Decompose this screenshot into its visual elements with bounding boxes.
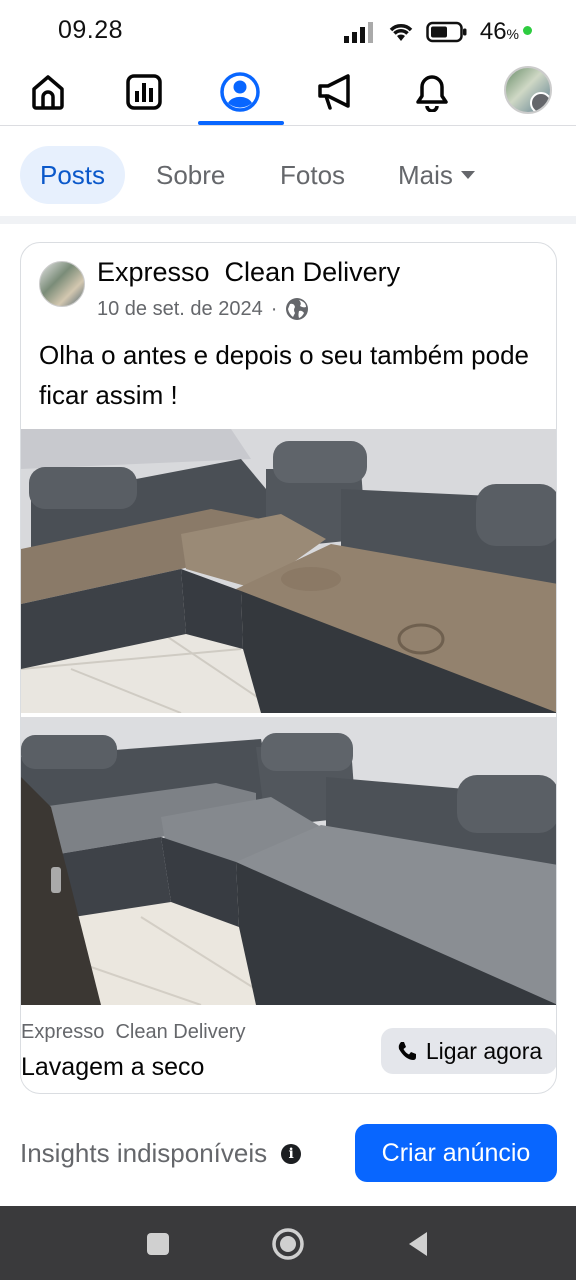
before-photo[interactable] [21,429,556,713]
insights-text: Insights indisponíveis [20,1138,268,1168]
home-tab[interactable] [24,68,72,116]
after-photo[interactable] [21,717,556,1005]
caret-down-icon [460,171,475,179]
system-navigation-bar [0,1206,576,1280]
dashboard-tab[interactable] [120,68,168,116]
home-icon [32,75,64,110]
call-now-label: Ligar agora [425,1037,543,1064]
recents-icon [147,1233,169,1255]
meta-separator: · [270,297,278,320]
bell-icon [416,75,448,112]
tab-photos[interactable]: Fotos [280,146,345,204]
clean-sofa-photo [21,717,556,1005]
menu-icon [530,92,550,112]
battery-level: 46% [479,18,519,45]
clock: 09.28 [58,16,124,44]
profile-icon [220,72,260,112]
active-tab-indicator [198,121,284,125]
top-navigation [0,62,576,126]
profile-tab[interactable] [216,68,264,116]
dashboard-icon [126,74,162,110]
wifi-icon [389,24,413,41]
profile-menu-thumbnail[interactable] [504,66,552,114]
tab-about[interactable]: Sobre [156,146,225,204]
profile-section-tabs: Posts Sobre Fotos Mais [0,126,576,224]
info-icon[interactable]: i [281,1143,302,1164]
post-text: Olha o antes e depois o seu também pode … [39,340,529,410]
signal-icon [343,22,373,43]
home-circle-icon [272,1228,304,1260]
stained-sofa-photo [21,429,556,713]
megaphone-icon [318,74,350,110]
post-date[interactable]: 10 de set. de 2024 [97,298,263,321]
call-now-button[interactable]: Ligar agora [381,1028,556,1074]
post-meta: 10 de set. de 2024 · [97,297,309,321]
status-icons: 46% [343,18,532,46]
battery-icon [426,21,467,43]
recents-button[interactable] [140,1226,176,1262]
tab-more[interactable]: Mais [398,146,477,204]
tab-more-label: Mais [398,159,453,190]
status-bar: 09.28 46% [0,0,576,60]
back-triangle-icon [409,1232,427,1256]
ad-source-name: Expresso Clean Delivery [21,1021,246,1043]
ad-title: Lavagem a seco [21,1053,205,1081]
back-button[interactable] [400,1226,436,1262]
phone-icon [398,1042,416,1060]
privacy-indicator-dot [523,25,532,35]
globe-icon [286,298,309,320]
tab-posts[interactable]: Posts [20,146,126,204]
notifications-tab[interactable] [408,68,456,116]
post-author[interactable]: Expresso Clean Delivery [97,257,400,288]
post-card: Expresso Clean Delivery 10 de set. de 20… [20,242,557,1094]
create-ad-button[interactable]: Criar anúncio [355,1124,557,1182]
ads-tab[interactable] [312,68,360,116]
page-avatar[interactable] [39,261,85,307]
home-button[interactable] [270,1226,306,1262]
insights-row: Insights indisponíveis i [20,1138,302,1169]
